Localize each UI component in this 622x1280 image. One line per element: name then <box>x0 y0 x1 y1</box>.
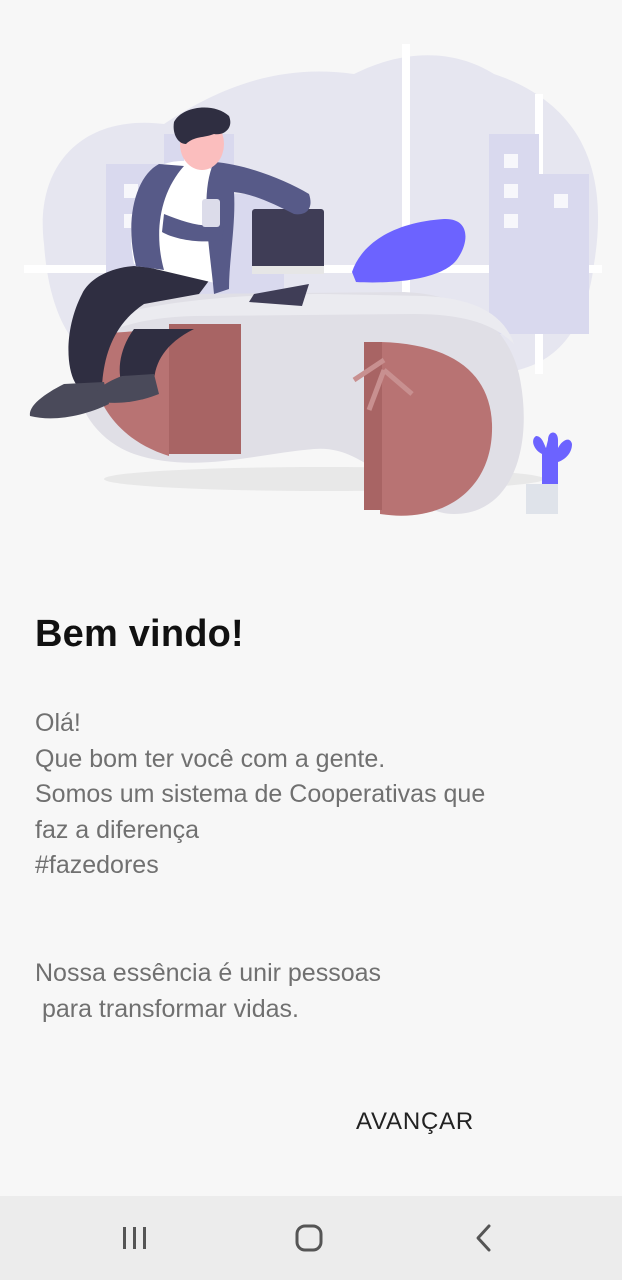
home-icon[interactable] <box>281 1210 337 1266</box>
monitor <box>252 209 324 271</box>
system-navigation-bar <box>0 1196 622 1280</box>
page-title: Bem vindo! <box>35 613 244 655</box>
essence-line: Nossa essência é unir pessoas <box>35 959 382 987</box>
next-button[interactable]: AVANÇAR <box>340 1096 490 1148</box>
intro-line: Olá! <box>35 709 81 737</box>
intro-line: faz a diferença <box>35 815 199 844</box>
cactus-plant <box>526 432 572 514</box>
intro-line: Que bom ter você com a gente. <box>35 744 386 773</box>
intro-hashtag: #fazedores <box>35 851 159 879</box>
essence-line: para transformar vidas. <box>35 994 299 1023</box>
essence-text: Nossa essência é unir pessoas para trans… <box>35 956 595 1027</box>
back-icon[interactable] <box>456 1210 512 1266</box>
person-sitting-on-desk-illustration <box>24 44 602 516</box>
intro-line: Somos um sistema de Cooperativas que <box>35 780 486 808</box>
onboarding-screen: Bem vindo! Olá! Que bom ter você com a g… <box>0 0 622 1196</box>
recent-apps-icon[interactable] <box>107 1210 163 1266</box>
intro-text: Olá! Que bom ter você com a gente. Somos… <box>35 706 595 884</box>
